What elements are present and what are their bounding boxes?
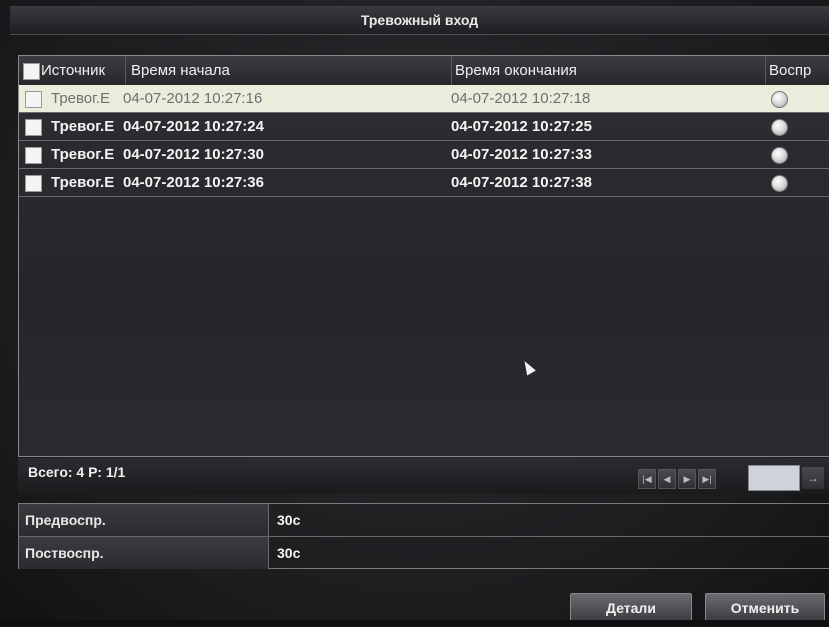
bezel bbox=[0, 620, 829, 627]
post-playback-row: Поствоспр. 30с bbox=[19, 536, 829, 569]
row-end-time: 04-07-2012 10:27:18 bbox=[451, 90, 591, 107]
row-source: Тревог.Е bbox=[51, 174, 115, 191]
header-play[interactable]: Воспр bbox=[765, 56, 829, 85]
table-row[interactable]: Тревог.Е 04-07-2012 10:27:24 04-07-2012 … bbox=[19, 113, 829, 141]
row-start-time: 04-07-2012 10:27:36 bbox=[123, 174, 264, 191]
page-number-input[interactable] bbox=[748, 465, 800, 491]
row-start-time: 04-07-2012 10:27:30 bbox=[123, 146, 264, 163]
pre-playback-row: Предвоспр. 30с bbox=[19, 504, 829, 536]
go-arrow-icon[interactable]: → bbox=[802, 467, 824, 489]
alarm-table: Источник Время начала Время окончания Во… bbox=[18, 55, 829, 457]
header-end-time[interactable]: Время окончания bbox=[451, 56, 766, 85]
row-start-time: 04-07-2012 10:27:24 bbox=[123, 118, 264, 135]
screen: Тревожный вход Источник Время начала Вре… bbox=[0, 0, 829, 627]
table-row[interactable]: Тревог.Е 04-07-2012 10:27:16 04-07-2012 … bbox=[19, 85, 829, 113]
play-radio-icon[interactable] bbox=[771, 91, 788, 108]
play-radio-icon[interactable] bbox=[771, 175, 788, 192]
table-footer: Всего: 4 Р: 1/1 |◀ ◀ ▶ ▶| → bbox=[18, 458, 829, 494]
row-start-time: 04-07-2012 10:27:16 bbox=[123, 90, 263, 107]
playback-settings: Предвоспр. 30с Поствоспр. 30с bbox=[18, 503, 829, 569]
post-playback-label: Поствоспр. bbox=[19, 537, 269, 569]
row-checkbox[interactable] bbox=[25, 147, 42, 164]
row-source: Тревог.Е bbox=[51, 118, 115, 135]
row-checkbox[interactable] bbox=[25, 91, 42, 108]
cancel-button[interactable]: Отменить bbox=[705, 593, 825, 623]
row-end-time: 04-07-2012 10:27:33 bbox=[451, 146, 592, 163]
next-page-icon[interactable]: ▶ bbox=[678, 469, 696, 489]
pre-playback-value[interactable]: 30с bbox=[277, 504, 300, 536]
prev-page-icon[interactable]: ◀ bbox=[658, 469, 676, 489]
row-checkbox[interactable] bbox=[25, 175, 42, 192]
row-checkbox[interactable] bbox=[25, 119, 42, 136]
total-count: Всего: 4 Р: 1/1 bbox=[28, 464, 126, 480]
table-header: Источник Время начала Время окончания Во… bbox=[19, 56, 829, 86]
select-all-checkbox[interactable] bbox=[23, 63, 40, 80]
pre-playback-label: Предвоспр. bbox=[19, 504, 269, 536]
details-button[interactable]: Детали bbox=[570, 593, 692, 623]
last-page-icon[interactable]: ▶| bbox=[698, 469, 716, 489]
table-row[interactable]: Тревог.Е 04-07-2012 10:27:36 04-07-2012 … bbox=[19, 169, 829, 197]
window-title: Тревожный вход bbox=[10, 6, 829, 35]
row-end-time: 04-07-2012 10:27:38 bbox=[451, 174, 592, 191]
row-source: Тревог.Е bbox=[51, 146, 115, 163]
header-source[interactable]: Источник bbox=[41, 56, 126, 85]
row-source: Тревог.Е bbox=[51, 90, 110, 107]
table-row[interactable]: Тревог.Е 04-07-2012 10:27:30 04-07-2012 … bbox=[19, 141, 829, 169]
post-playback-value[interactable]: 30с bbox=[277, 537, 300, 569]
play-radio-icon[interactable] bbox=[771, 119, 788, 136]
header-start-time[interactable]: Время начала bbox=[127, 56, 452, 85]
pager: |◀ ◀ ▶ ▶| bbox=[638, 469, 716, 489]
play-radio-icon[interactable] bbox=[771, 147, 788, 164]
row-end-time: 04-07-2012 10:27:25 bbox=[451, 118, 592, 135]
first-page-icon[interactable]: |◀ bbox=[638, 469, 656, 489]
